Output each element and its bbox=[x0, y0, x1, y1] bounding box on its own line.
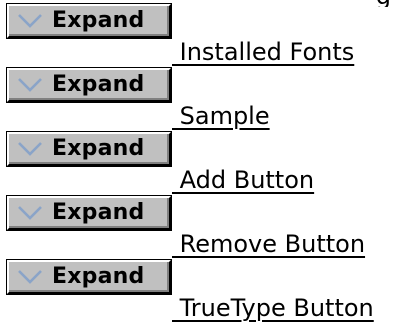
expand-button-label: Expand bbox=[52, 136, 145, 161]
expand-button[interactable]: Expand bbox=[7, 196, 171, 230]
expand-button[interactable]: Expand bbox=[7, 260, 171, 294]
chevron-down-icon bbox=[18, 14, 42, 28]
help-row-installed-fonts: Expand Installed Fonts bbox=[0, 4, 413, 65]
topic-link-sample[interactable]: Sample bbox=[172, 103, 270, 129]
topic-link-installed-fonts[interactable]: Installed Fonts bbox=[172, 39, 355, 65]
topic-link-remove-button[interactable]: Remove Button bbox=[172, 231, 365, 257]
chevron-down-icon bbox=[18, 142, 42, 156]
chevron-down-icon bbox=[18, 78, 42, 92]
help-row-remove-button: Expand Remove Button bbox=[0, 196, 413, 257]
expand-button[interactable]: Expand bbox=[7, 4, 171, 38]
help-row-sample: Expand Sample bbox=[0, 68, 413, 129]
help-row-add-button: Expand Add Button bbox=[0, 132, 413, 193]
chevron-down-icon bbox=[18, 270, 42, 284]
topic-link-truetype-button[interactable]: TrueType Button bbox=[172, 295, 374, 321]
chevron-down-icon bbox=[18, 206, 42, 220]
expand-button-label: Expand bbox=[52, 200, 145, 225]
expand-button[interactable]: Expand bbox=[7, 68, 171, 102]
expand-button[interactable]: Expand bbox=[7, 132, 171, 166]
expand-button-label: Expand bbox=[52, 264, 145, 289]
topic-link-add-button[interactable]: Add Button bbox=[172, 167, 315, 193]
expand-button-label: Expand bbox=[52, 72, 145, 97]
expand-button-label: Expand bbox=[52, 8, 145, 33]
help-row-truetype-button: Expand TrueType Button bbox=[0, 260, 413, 321]
